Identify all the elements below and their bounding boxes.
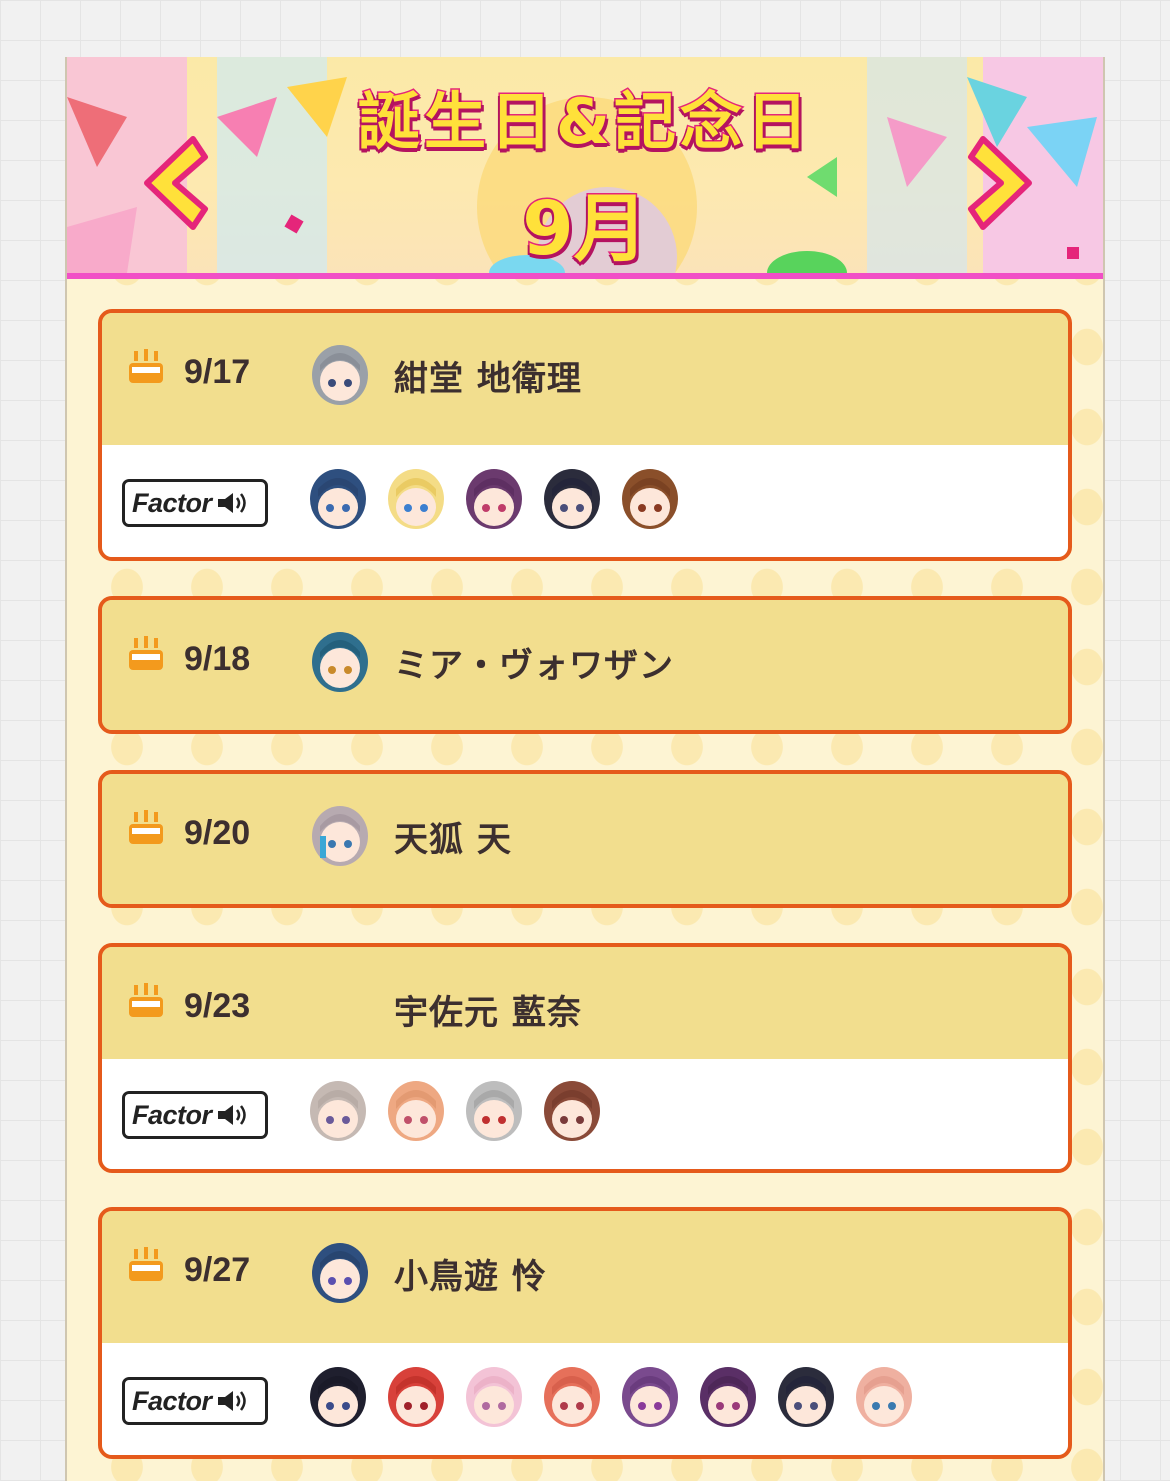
factor-label: Factor: [132, 1385, 212, 1416]
member-avatar[interactable]: [306, 1079, 370, 1145]
member-avatar[interactable]: [384, 467, 448, 533]
member-avatar[interactable]: [462, 467, 526, 533]
factor-row: Factor: [102, 445, 1068, 557]
member-avatar[interactable]: [306, 467, 370, 533]
card-header: 9/18 ミア・ヴォワザン: [102, 600, 1068, 730]
banner-month: 9月: [521, 185, 650, 274]
member-avatar[interactable]: [540, 1079, 604, 1145]
character-avatar[interactable]: [308, 1239, 372, 1307]
member-avatar[interactable]: [618, 467, 682, 533]
birthday-card: 9/23 宇佐元 藍奈 Factor: [98, 943, 1072, 1173]
card-header: 9/27 小鳥遊 怜: [102, 1211, 1068, 1343]
member-avatar[interactable]: [696, 1365, 760, 1431]
cake-icon: [129, 349, 163, 383]
birthday-date: 9/20: [184, 814, 251, 852]
factor-voice-button[interactable]: Factor: [122, 1377, 268, 1425]
speaker-icon: [217, 1391, 246, 1411]
birthday-date: 9/17: [184, 353, 251, 391]
cake-icon: [129, 636, 163, 670]
birthday-date: 9/27: [184, 1251, 251, 1289]
card-header: 9/17 紺堂 地衛理: [102, 313, 1068, 445]
banner-title: 誕生日&記念日: [356, 84, 813, 160]
cake-icon: [129, 810, 163, 844]
speaker-icon: [217, 493, 246, 513]
factor-members: [306, 1079, 604, 1145]
factor-voice-button[interactable]: Factor: [122, 479, 268, 527]
birthday-date: 9/18: [184, 640, 251, 678]
character-name: 宇佐元 藍奈: [394, 993, 582, 1033]
birthday-date: 9/23: [184, 987, 251, 1025]
character-name: 小鳥遊 怜: [394, 1257, 547, 1297]
factor-label: Factor: [132, 487, 212, 518]
member-avatar[interactable]: [540, 1365, 604, 1431]
month-banner: 誕生日&記念日 9月: [67, 57, 1103, 279]
cake-icon: [129, 983, 163, 1017]
speaker-icon: [217, 1105, 246, 1125]
member-avatar[interactable]: [774, 1365, 838, 1431]
birthday-card: 9/20 天狐 天: [98, 770, 1072, 908]
birthday-card: 9/17 紺堂 地衛理 Factor: [98, 309, 1072, 561]
card-header: 9/23 宇佐元 藍奈: [102, 947, 1068, 1059]
member-avatar[interactable]: [306, 1365, 370, 1431]
birthday-panel: 誕生日&記念日 9月 9/17 紺堂 地衛理 Factor 9/18 ミア・ヴォ…: [65, 57, 1105, 1481]
factor-members: [306, 467, 682, 533]
factor-label: Factor: [132, 1099, 212, 1130]
member-avatar[interactable]: [618, 1365, 682, 1431]
birthday-card: 9/18 ミア・ヴォワザン: [98, 596, 1072, 734]
member-avatar[interactable]: [852, 1365, 916, 1431]
factor-row: Factor: [102, 1059, 1068, 1169]
member-avatar[interactable]: [384, 1365, 448, 1431]
member-avatar[interactable]: [462, 1365, 526, 1431]
cake-icon: [129, 1247, 163, 1281]
member-avatar[interactable]: [540, 467, 604, 533]
character-avatar[interactable]: [308, 628, 372, 696]
card-header: 9/20 天狐 天: [102, 774, 1068, 904]
character-name: 紺堂 地衛理: [394, 359, 582, 399]
member-avatar[interactable]: [462, 1079, 526, 1145]
factor-row: Factor: [102, 1343, 1068, 1455]
character-avatar[interactable]: [308, 341, 372, 409]
character-name: 天狐 天: [394, 820, 512, 860]
character-name: ミア・ヴォワザン: [394, 646, 674, 686]
factor-voice-button[interactable]: Factor: [122, 1091, 268, 1139]
character-avatar[interactable]: [308, 802, 372, 870]
birthday-card: 9/27 小鳥遊 怜 Factor: [98, 1207, 1072, 1459]
factor-members: [306, 1365, 916, 1431]
member-avatar[interactable]: [384, 1079, 448, 1145]
